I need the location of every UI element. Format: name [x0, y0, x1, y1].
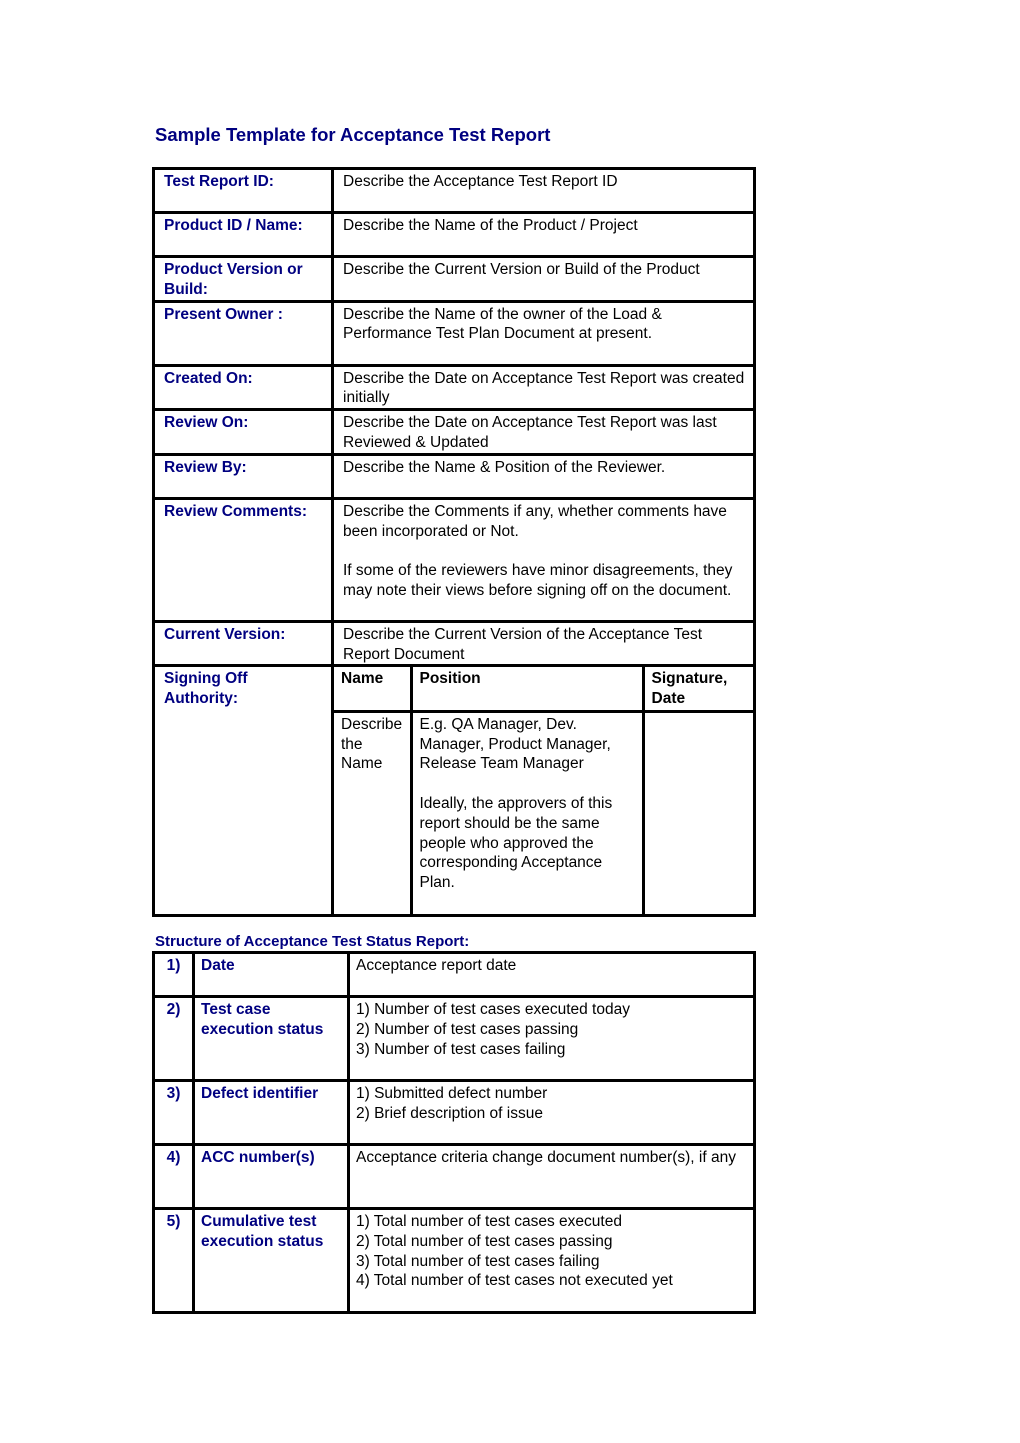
position-text: Ideally, the approvers of this report sh… — [419, 795, 613, 892]
header-position: Position — [411, 667, 645, 713]
field-value: Describe the Current Version of the Acce… — [334, 622, 756, 668]
signer-name: Describe the Name — [334, 711, 413, 915]
description-line: 2) Brief description of issue — [356, 1104, 543, 1122]
table-row: 3) Defect identifier 1) Submitted defect… — [155, 1082, 756, 1146]
table-row: Test Report ID: Describe the Acceptance … — [155, 170, 756, 214]
table-row: 4) ACC number(s) Acceptance criteria cha… — [155, 1146, 756, 1210]
acceptance-report-table: Test Report ID: Describe the Acceptance … — [152, 167, 756, 918]
field-label: Current Version: — [155, 622, 334, 668]
row-label: Test case execution status — [195, 998, 350, 1082]
field-value: Describe the Name of the owner of the Lo… — [334, 302, 756, 367]
description-line: 1) Submitted defect number — [356, 1085, 548, 1102]
table-row: Created On: Describe the Date on Accepta… — [155, 366, 756, 412]
field-value-text: Describe the Current Version or Build of… — [343, 261, 700, 278]
row-description: 1) Submitted defect number 2) Brief desc… — [350, 1082, 756, 1146]
signer-signature-date — [643, 711, 753, 914]
document-title: Sample Template for Acceptance Test Repo… — [155, 124, 551, 145]
field-value-text: Describe the Comments if any, whether co… — [343, 502, 727, 540]
description-line: 4) Total number of test cases not execut… — [356, 1272, 673, 1290]
table-row: Review On: Describe the Date on Acceptan… — [155, 411, 756, 456]
signer-position: E.g. QA Manager, Dev. Manager, Product M… — [411, 711, 645, 915]
signing-off-row: Signing Off Authority: Name Position Sig… — [155, 667, 756, 918]
row-description: 1) Number of test cases executed today 2… — [350, 998, 756, 1082]
row-number: 1) — [155, 954, 195, 998]
field-value-text: If some of the reviewers have minor disa… — [343, 562, 733, 599]
field-label: Review By: — [155, 455, 334, 500]
description-line: 3) Number of test cases failing — [356, 1040, 566, 1058]
table-row: Current Version: Describe the Current Ve… — [155, 622, 756, 668]
signing-off-cell: Name Position Signature, Date Describe t… — [334, 667, 756, 918]
description-line: Acceptance criteria change document numb… — [356, 1149, 736, 1166]
field-label: Present Owner : — [155, 302, 334, 367]
description-line: 2) Number of test cases passing — [356, 1020, 579, 1038]
table-row: 2) Test case execution status 1) Number … — [155, 998, 756, 1082]
row-description: Acceptance criteria change document numb… — [350, 1146, 756, 1210]
header-signature-date: Signature, Date — [643, 667, 753, 713]
field-value: Describe the Date on Acceptance Test Rep… — [334, 366, 756, 412]
field-label: Product Version or Build: — [155, 258, 334, 303]
row-description: Acceptance report date — [350, 954, 756, 998]
table-row: Product Version or Build: Describe the C… — [155, 258, 756, 303]
field-value: Describe the Current Version or Build of… — [334, 258, 756, 303]
row-description: 1) Total number of test cases executed 2… — [350, 1210, 756, 1314]
field-value-text: Describe the Date on Acceptance Test Rep… — [343, 414, 717, 451]
description-line: 3) Total number of test cases failing — [356, 1252, 600, 1270]
row-label: Date — [195, 954, 350, 998]
position-text: E.g. QA Manager, Dev. Manager, Product M… — [419, 715, 611, 773]
signing-off-body-row: Describe the Name E.g. QA Manager, Dev. … — [334, 711, 753, 915]
row-label: ACC number(s) — [195, 1146, 350, 1210]
field-value-text: Describe the Current Version of the Acce… — [343, 625, 702, 663]
table-row: Review Comments: Describe the Comments i… — [155, 499, 756, 623]
row-label: Cumulative test execution status — [195, 1210, 350, 1314]
field-value: Describe the Name of the Product / Proje… — [334, 214, 756, 258]
field-label: Review Comments: — [155, 499, 334, 623]
field-value-text: Describe the Name of the owner of the Lo… — [343, 305, 662, 343]
field-label: Created On: — [155, 366, 334, 412]
table-row: 1) Date Acceptance report date — [155, 954, 756, 998]
table-row: Present Owner : Describe the Name of the… — [155, 302, 756, 367]
field-label: Review On: — [155, 411, 334, 456]
field-value: Describe the Acceptance Test Report ID — [334, 170, 756, 214]
field-value-text: Describe the Date on Acceptance Test Rep… — [343, 369, 745, 407]
field-value: Describe the Comments if any, whether co… — [334, 499, 756, 623]
signing-off-table: Name Position Signature, Date Describe t… — [334, 667, 753, 915]
description-line: 1) Number of test cases executed today — [356, 1001, 630, 1018]
field-value: Describe the Name & Position of the Revi… — [334, 455, 756, 500]
table-row: 5) Cumulative test execution status 1) T… — [155, 1210, 756, 1314]
signing-off-label: Signing Off Authority: — [155, 667, 334, 918]
field-value-text: Describe the Name & Position of the Revi… — [343, 458, 666, 476]
field-value-text: Describe the Name of the Product / Proje… — [343, 217, 638, 234]
status-report-section-title: Structure of Acceptance Test Status Repo… — [155, 933, 470, 950]
description-line: 2) Total number of test cases passing — [356, 1232, 613, 1250]
row-number: 5) — [155, 1210, 195, 1314]
table-row: Review By: Describe the Name & Position … — [155, 455, 756, 500]
description-line: 1) Total number of test cases executed — [356, 1213, 622, 1230]
header-name: Name — [334, 667, 413, 713]
row-number: 4) — [155, 1146, 195, 1210]
field-label: Product ID / Name: — [155, 214, 334, 258]
row-number: 2) — [155, 998, 195, 1082]
signing-off-header-row: Name Position Signature, Date — [334, 667, 753, 713]
row-number: 3) — [155, 1082, 195, 1146]
description-line: Acceptance report date — [356, 957, 517, 974]
field-label: Test Report ID: — [155, 170, 334, 214]
field-value: Describe the Date on Acceptance Test Rep… — [334, 411, 756, 456]
field-value-text: Describe the Acceptance Test Report ID — [343, 173, 618, 190]
status-report-table: 1) Date Acceptance report date 2) Test c… — [152, 951, 756, 1314]
table-row: Product ID / Name: Describe the Name of … — [155, 214, 756, 258]
row-label: Defect identifier — [195, 1082, 350, 1146]
